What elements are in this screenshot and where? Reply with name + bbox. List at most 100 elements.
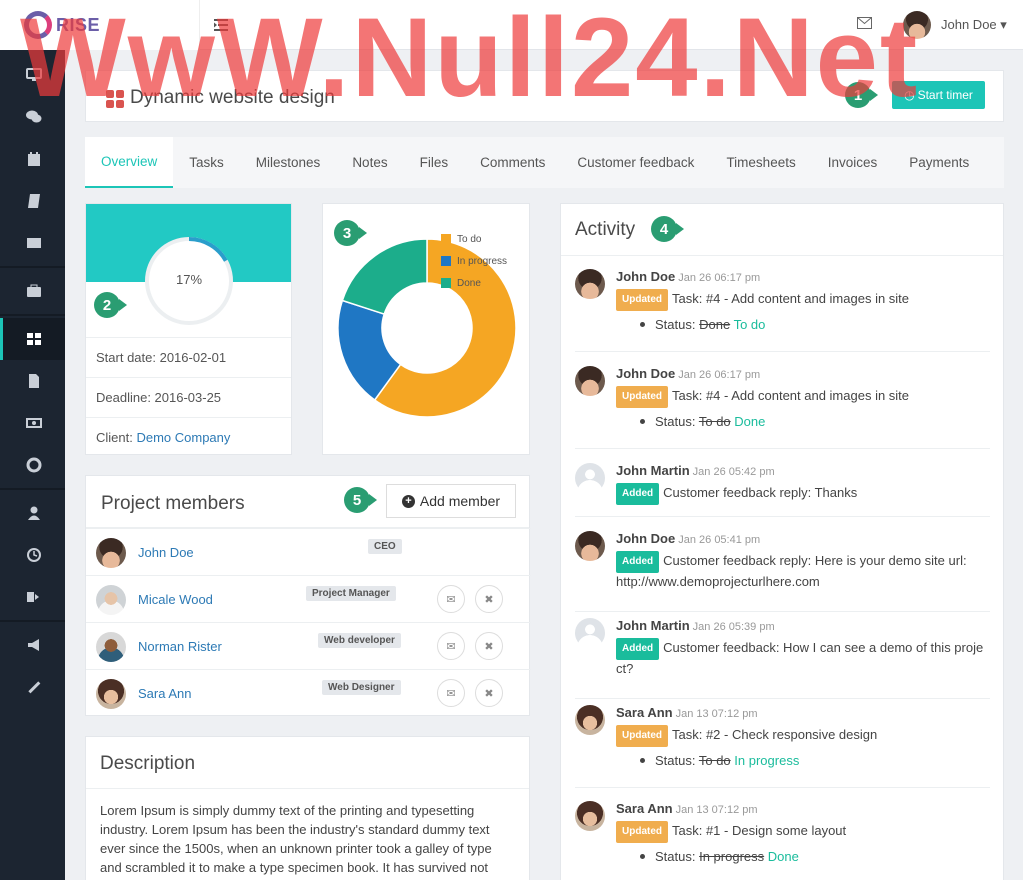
tab-comments[interactable]: Comments bbox=[464, 137, 561, 188]
sidebar-item-clients[interactable] bbox=[0, 270, 65, 312]
avatar bbox=[96, 632, 126, 662]
activity-header: John Doe Jan 26 06:17 pm bbox=[616, 269, 760, 284]
activity-status: Status: To do In progress bbox=[640, 753, 799, 768]
activity-time: Jan 26 05:42 pm bbox=[692, 466, 775, 478]
start-timer-label: Start timer bbox=[917, 88, 973, 102]
activity-time: Jan 13 07:12 pm bbox=[675, 708, 758, 720]
callout-2: 2 bbox=[94, 292, 127, 318]
remove-member-button[interactable]: ✖ bbox=[475, 585, 503, 613]
avatar bbox=[575, 366, 605, 396]
activity-time: Jan 13 07:12 pm bbox=[675, 804, 758, 816]
activity-badge: Added bbox=[616, 551, 660, 573]
watermark: WwW.Null24.Net bbox=[20, 0, 920, 120]
activity-time: Jan 26 05:39 pm bbox=[692, 621, 775, 633]
sidebar-item-support[interactable] bbox=[0, 444, 65, 486]
avatar bbox=[575, 801, 605, 831]
close-icon: ✖ bbox=[484, 687, 494, 700]
legend-label: In progress bbox=[457, 255, 508, 267]
progress-circle: 17% bbox=[145, 237, 233, 325]
member-name[interactable]: Sara Ann bbox=[138, 686, 192, 701]
lifebuoy-icon bbox=[26, 457, 42, 473]
add-member-button[interactable]: + Add member bbox=[386, 484, 516, 518]
tab-tasks[interactable]: Tasks bbox=[173, 137, 240, 188]
activity-text: Task: #2 - Check responsive design bbox=[672, 727, 878, 742]
send-message-button[interactable]: ✉ bbox=[437, 632, 465, 660]
activity-header: Sara Ann Jan 13 07:12 pm bbox=[616, 801, 758, 816]
member-row: Norman Rister Web developer ✉ ✖ bbox=[86, 622, 531, 669]
activity-user[interactable]: Sara Ann bbox=[616, 705, 673, 720]
sidebar-item-invoices[interactable] bbox=[0, 360, 65, 402]
user-menu-name: John Doe ▾ bbox=[941, 17, 1007, 32]
envelope-icon: ✉ bbox=[446, 640, 456, 653]
send-message-button[interactable]: ✉ bbox=[437, 585, 465, 613]
client-row: Client: Demo Company bbox=[86, 417, 291, 454]
legend-swatch bbox=[441, 278, 451, 288]
member-name[interactable]: Micale Wood bbox=[138, 592, 213, 607]
description-text: Lorem Ipsum is simply dummy text of the … bbox=[100, 803, 492, 875]
slice-done bbox=[341, 238, 428, 316]
avatar bbox=[575, 463, 605, 493]
activity-header: John Martin Jan 26 05:42 pm bbox=[616, 463, 775, 478]
user-icon bbox=[28, 506, 40, 520]
activity-user[interactable]: John Martin bbox=[616, 463, 690, 478]
sidebar-item-projects[interactable] bbox=[0, 318, 65, 360]
activity-badge: Updated bbox=[616, 725, 668, 747]
send-message-button[interactable]: ✉ bbox=[437, 679, 465, 707]
sidebar-item-mail[interactable] bbox=[0, 222, 65, 264]
remove-member-button[interactable]: ✖ bbox=[475, 679, 503, 707]
tab-customer-feedback[interactable]: Customer feedback bbox=[561, 137, 710, 188]
activity-user[interactable]: John Doe bbox=[616, 366, 675, 381]
tab-payments[interactable]: Payments bbox=[893, 137, 985, 188]
sidebar-item-team[interactable] bbox=[0, 492, 65, 534]
legend-label: To do bbox=[457, 233, 482, 245]
activity-header: Sara Ann Jan 13 07:12 pm bbox=[616, 705, 758, 720]
activity-user[interactable]: John Doe bbox=[616, 531, 675, 546]
activity-text: Customer feedback reply: Thanks bbox=[663, 485, 858, 500]
activity-body: Updated Task: #2 - Check responsive desig… bbox=[616, 725, 990, 747]
avatar bbox=[96, 585, 126, 615]
briefcase-icon bbox=[27, 284, 41, 297]
member-name[interactable]: Norman Rister bbox=[138, 639, 222, 654]
activity-body: Updated Task: #4 - Add content and images… bbox=[616, 289, 990, 311]
activity-badge: Updated bbox=[616, 386, 668, 408]
sidebar bbox=[0, 50, 65, 880]
activity-text: Task: #4 - Add content and images in sit… bbox=[672, 291, 910, 306]
add-member-label: Add member bbox=[419, 493, 501, 509]
progress-percent: 17% bbox=[175, 272, 203, 287]
activity-user[interactable]: John Doe bbox=[616, 269, 675, 284]
activity-user[interactable]: Sara Ann bbox=[616, 801, 673, 816]
activity-body: Added Customer feedback reply: Here is yo… bbox=[616, 551, 990, 591]
activity-user[interactable]: John Martin bbox=[616, 618, 690, 633]
activity-status: Status: In progress Done bbox=[640, 849, 799, 864]
divider bbox=[575, 516, 990, 517]
sidebar-item-attendance[interactable] bbox=[0, 534, 65, 576]
tab-notes[interactable]: Notes bbox=[336, 137, 403, 188]
legend-swatch bbox=[441, 234, 451, 244]
new-status: Done bbox=[767, 849, 799, 864]
member-name[interactable]: John Doe bbox=[138, 545, 194, 560]
sidebar-item-leave[interactable] bbox=[0, 576, 65, 618]
megaphone-icon bbox=[28, 639, 39, 651]
project-tabs: Overview Tasks Milestones Notes Files Comment… bbox=[85, 137, 1004, 188]
tab-files[interactable]: Files bbox=[404, 137, 465, 188]
tab-milestones[interactable]: Milestones bbox=[240, 137, 337, 188]
activity-badge: Updated bbox=[616, 289, 668, 311]
sidebar-item-payments[interactable] bbox=[0, 402, 65, 444]
activity-header: John Doe Jan 26 05:41 pm bbox=[616, 531, 760, 546]
client-link[interactable]: Demo Company bbox=[136, 430, 230, 445]
book-icon bbox=[28, 194, 40, 208]
remove-member-button[interactable]: ✖ bbox=[475, 632, 503, 660]
tab-timesheets[interactable]: Timesheets bbox=[710, 137, 811, 188]
sidebar-item-announcements[interactable] bbox=[0, 624, 65, 666]
sidebar-item-notes[interactable] bbox=[0, 180, 65, 222]
tab-invoices[interactable]: Invoices bbox=[812, 137, 894, 188]
divider bbox=[575, 351, 990, 352]
chart-legend: To do In progress Done bbox=[441, 228, 507, 294]
money-icon bbox=[26, 418, 42, 428]
activity-time: Jan 26 06:17 pm bbox=[678, 369, 761, 381]
sidebar-item-events[interactable] bbox=[0, 138, 65, 180]
activity-status: Status: Done To do bbox=[640, 317, 765, 332]
signout-icon bbox=[27, 592, 39, 602]
sidebar-item-settings[interactable] bbox=[0, 666, 65, 708]
tab-overview[interactable]: Overview bbox=[85, 137, 174, 188]
